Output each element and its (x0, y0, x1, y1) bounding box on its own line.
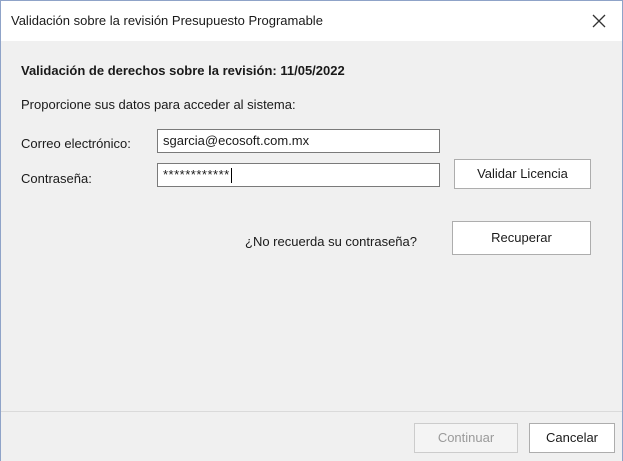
close-button[interactable] (584, 7, 614, 35)
email-value: sgarcia@ecosoft.com.mx (163, 133, 310, 148)
email-label: Correo electrónico: (21, 136, 131, 151)
close-icon (592, 14, 606, 28)
validation-heading: Validación de derechos sobre la revisión… (21, 63, 345, 78)
recover-button[interactable]: Recuperar (452, 221, 591, 255)
password-field[interactable]: ************ (157, 163, 440, 187)
forgot-password-text: ¿No recuerda su contraseña? (245, 234, 417, 249)
email-field[interactable]: sgarcia@ecosoft.com.mx (157, 129, 440, 153)
cancel-button[interactable]: Cancelar (529, 423, 615, 453)
password-value: ************ (163, 167, 230, 182)
instructions-text: Proporcione sus datos para acceder al si… (21, 97, 296, 112)
validate-license-button[interactable]: Validar Licencia (454, 159, 591, 189)
dialog-footer: Continuar Cancelar (1, 411, 622, 461)
text-caret (230, 168, 232, 184)
password-label: Contraseña: (21, 171, 92, 186)
dialog-body: Validación de derechos sobre la revisión… (1, 41, 622, 411)
title-bar: Validación sobre la revisión Presupuesto… (1, 1, 622, 41)
continue-button[interactable]: Continuar (414, 423, 518, 453)
login-dialog: Validación sobre la revisión Presupuesto… (0, 0, 623, 461)
window-title: Validación sobre la revisión Presupuesto… (11, 13, 323, 28)
